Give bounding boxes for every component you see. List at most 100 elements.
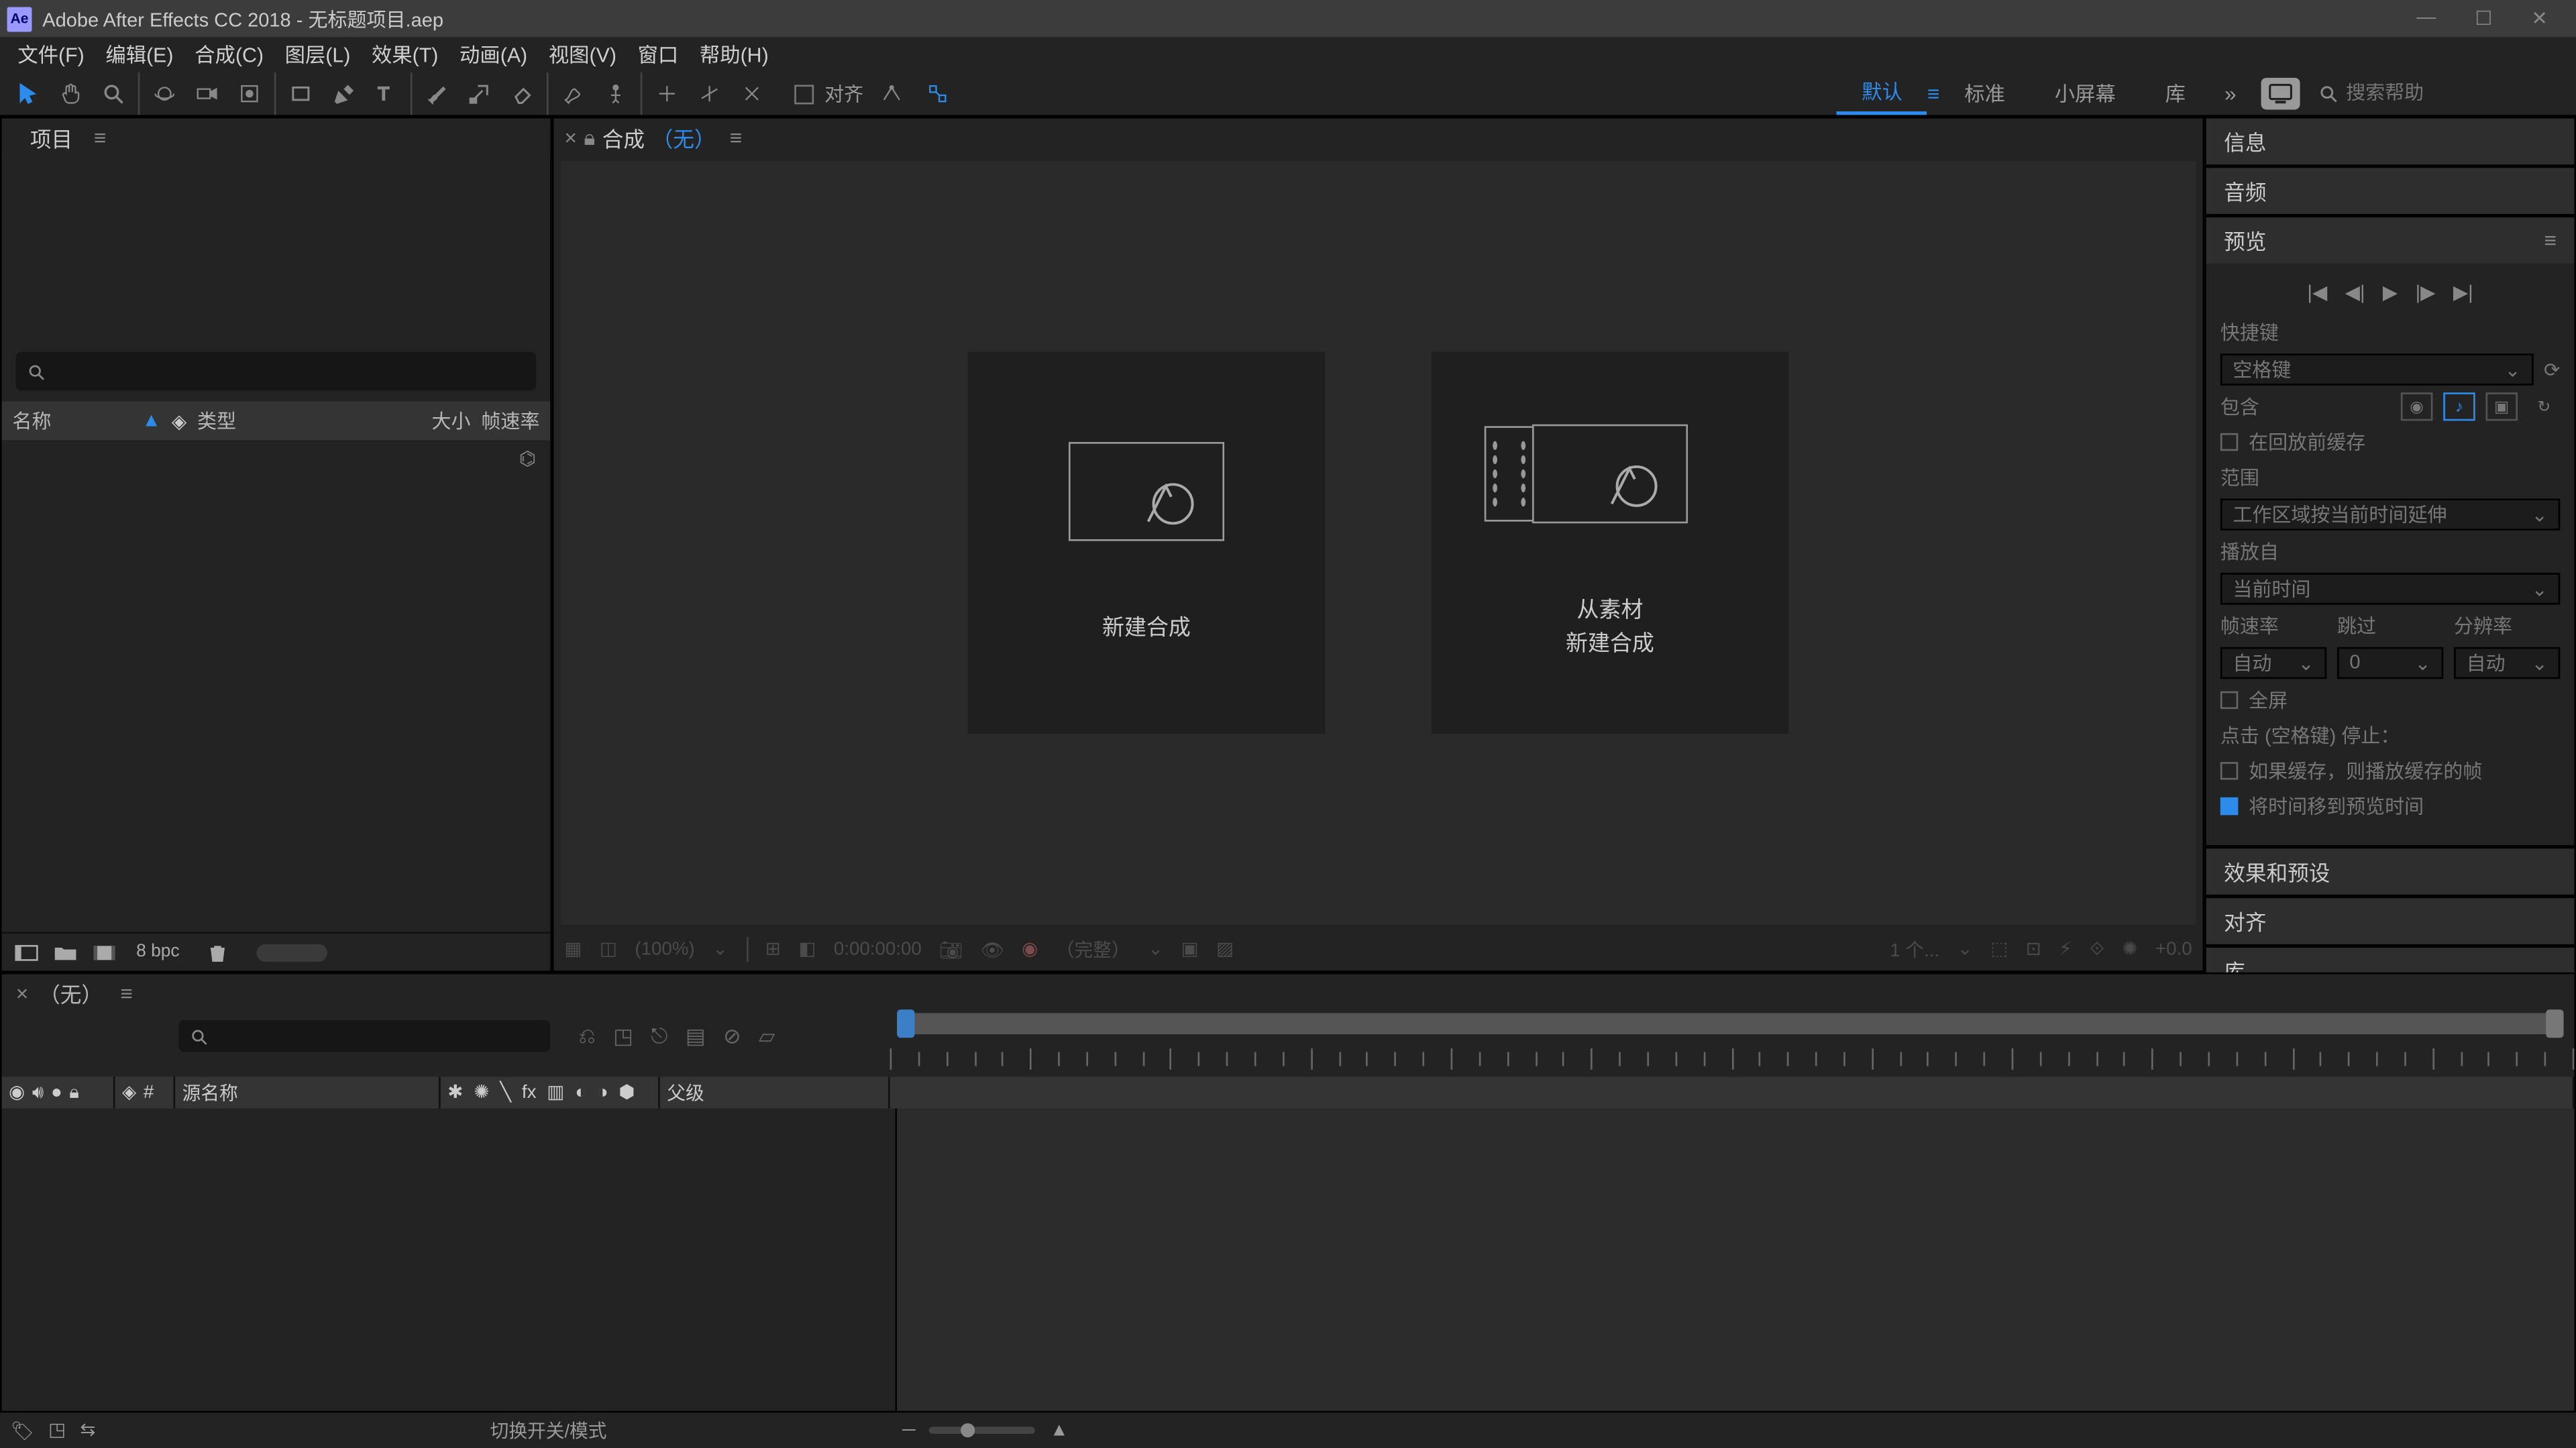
lock-column-icon[interactable]: 🔒︎	[69, 1081, 79, 1104]
menu-layer[interactable]: 图层(L)	[274, 41, 361, 69]
draft-3d-icon[interactable]: ◳	[613, 1023, 633, 1050]
snapping-options-icon[interactable]	[874, 76, 910, 111]
skip-select[interactable]: 0⌄	[2337, 647, 2443, 679]
toggle-mask-icon[interactable]: ◫	[600, 939, 617, 960]
zoom-in-icon[interactable]: ▲	[1050, 1420, 1068, 1441]
comp-tab-lock-icon[interactable]: 🔒︎	[584, 125, 595, 152]
new-folder-icon[interactable]	[51, 940, 79, 964]
menu-help[interactable]: 帮助(H)	[689, 41, 779, 69]
timeline-navigator[interactable]	[897, 1013, 2563, 1035]
help-search-input[interactable]	[2346, 83, 2558, 105]
comp-views[interactable]: 1 个...	[1890, 936, 1939, 963]
toggle-switches-icon[interactable]: 🏷︎	[11, 1419, 34, 1442]
last-frame-icon[interactable]: ▶|	[2453, 281, 2473, 304]
pen-tool-icon[interactable]	[325, 76, 361, 111]
frame-blend-icon[interactable]: ▤	[686, 1023, 706, 1050]
move-time-checkbox[interactable]	[2220, 797, 2238, 815]
project-tab[interactable]: 项目	[16, 119, 87, 156]
hand-tool-icon[interactable]	[53, 76, 89, 111]
menu-effect[interactable]: 效果(T)	[361, 41, 449, 69]
label-icon[interactable]: ◈	[172, 409, 186, 432]
preview-panel-header[interactable]: 预览≡	[2206, 217, 2575, 264]
toggle-modes-icon[interactable]: ◳	[48, 1419, 66, 1442]
solo-column-icon[interactable]: ●	[51, 1082, 62, 1103]
transparency-grid-icon[interactable]: ▨	[1216, 939, 1234, 960]
fullscreen-checkbox[interactable]	[2220, 691, 2238, 709]
toggle-switches-modes-button[interactable]: 切换开关/模式	[442, 1417, 654, 1444]
workspace-default[interactable]: 默认	[1837, 72, 1927, 115]
channel-icon[interactable]: ◉	[1022, 939, 1038, 960]
fast-previews-icon[interactable]: ⚡︎	[2059, 939, 2072, 960]
reset-exposure-icon[interactable]: ✺	[2122, 939, 2137, 960]
audio-column-icon[interactable]: 🔊︎	[32, 1081, 44, 1104]
menu-animation[interactable]: 动画(A)	[449, 41, 538, 69]
sort-asc-icon[interactable]: ▲	[142, 410, 161, 432]
comp-tab-close-icon[interactable]: ×	[564, 125, 577, 150]
col-fps[interactable]: 帧速率	[481, 406, 539, 435]
menu-window[interactable]: 窗口	[627, 41, 689, 69]
share-view-icon[interactable]: ⬚	[1990, 939, 2008, 960]
comp-exposure[interactable]: +0.0	[2155, 939, 2192, 960]
col-name[interactable]: 名称	[12, 406, 51, 435]
snapping-checkbox[interactable]	[794, 84, 814, 103]
parent-column[interactable]: 父级	[667, 1079, 704, 1106]
project-search[interactable]	[16, 352, 536, 391]
include-video-icon[interactable]: ◉	[2401, 392, 2432, 421]
comp-zoom[interactable]: (100%)	[635, 939, 694, 960]
brush-tool-icon[interactable]	[419, 76, 455, 111]
snap-to-edges-icon[interactable]	[920, 76, 955, 111]
3d-switch-icon[interactable]: ⬢	[619, 1082, 635, 1103]
snapshot-icon[interactable]: 📷︎	[939, 938, 963, 960]
toggle-alpha-icon[interactable]: ▦	[564, 939, 582, 960]
workspace-small[interactable]: 小屏幕	[2030, 72, 2141, 115]
rectangle-tool-icon[interactable]	[283, 76, 319, 111]
new-comp-icon[interactable]	[91, 940, 119, 964]
comp-panel-menu-icon[interactable]: ≡	[730, 125, 743, 150]
view-axis-icon[interactable]	[735, 76, 770, 111]
menu-edit[interactable]: 编辑(E)	[95, 41, 184, 69]
menu-file[interactable]: 文件(F)	[7, 41, 95, 69]
resolution-half-icon[interactable]: ◧	[798, 939, 816, 960]
menu-view[interactable]: 视图(V)	[538, 41, 627, 69]
window-close-icon[interactable]: ✕	[2531, 7, 2547, 30]
timeline-icon[interactable]: ⟐	[2090, 938, 2104, 960]
chevron-down-icon[interactable]: ⌄	[1148, 939, 1163, 960]
preview-panel-menu-icon[interactable]: ≡	[2544, 228, 2557, 253]
audio-panel-header[interactable]: 音频	[2206, 168, 2575, 214]
source-name-column[interactable]: 源名称	[182, 1079, 238, 1106]
label-column-icon[interactable]: ◈	[122, 1082, 136, 1103]
menu-composition[interactable]: 合成(C)	[184, 41, 274, 69]
hide-shy-icon[interactable]: ⎋	[651, 1023, 667, 1050]
fx-switch-icon[interactable]: fx	[522, 1082, 537, 1103]
motion-blur-switch-icon[interactable]: ◐	[575, 1082, 586, 1103]
timeline-search[interactable]	[178, 1020, 550, 1052]
pixel-aspect-icon[interactable]: ⊡	[2026, 939, 2041, 960]
workspace-overflow-icon[interactable]: »	[2210, 81, 2251, 106]
workspace-menu-icon[interactable]: ≡	[1927, 81, 1940, 106]
comp-mini-flowchart-icon[interactable]: ⎌	[578, 1023, 595, 1050]
chevron-down-icon[interactable]: ⌄	[712, 939, 728, 960]
window-maximize-icon[interactable]: ☐	[2475, 7, 2492, 30]
sync-settings-icon[interactable]	[2261, 78, 2300, 109]
info-panel-header[interactable]: 信息	[2206, 119, 2575, 165]
trash-icon[interactable]	[205, 940, 233, 964]
local-axis-icon[interactable]	[649, 76, 685, 111]
timeline-tab-close-icon[interactable]: ×	[16, 981, 29, 1006]
effects-panel-header[interactable]: 效果和预设	[2206, 848, 2575, 895]
adjustment-switch-icon[interactable]: ◑	[597, 1082, 608, 1103]
comp-resolution[interactable]: （完整）	[1056, 936, 1130, 963]
workspace-standard[interactable]: 标准	[1939, 72, 2030, 115]
next-frame-icon[interactable]: |▶	[2416, 281, 2436, 304]
if-cached-checkbox[interactable]	[2220, 762, 2238, 779]
timeline-panel-menu-icon[interactable]: ≡	[120, 981, 133, 1006]
roi-icon[interactable]: ▣	[1181, 939, 1199, 960]
text-tool-icon[interactable]: T	[368, 76, 404, 111]
roto-tool-icon[interactable]	[555, 76, 591, 111]
eye-column-icon[interactable]: ◉	[9, 1082, 25, 1103]
bpc-label[interactable]: 8 bpc	[136, 942, 180, 962]
show-snapshot-icon[interactable]: 👁︎	[981, 938, 1004, 960]
include-overlays-icon[interactable]: ▣	[2485, 392, 2517, 421]
resolution-full-icon[interactable]: ⊞	[765, 939, 781, 960]
timeline-layer-list[interactable]	[2, 1109, 898, 1411]
timeline-tracks[interactable]	[897, 1109, 2574, 1411]
